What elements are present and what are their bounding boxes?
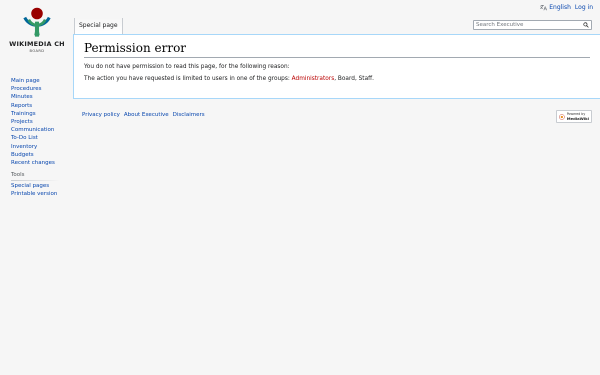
footer-privacy-policy[interactable]: Privacy policy xyxy=(82,112,120,118)
content-area: Permission error You do not have permiss… xyxy=(73,34,600,99)
footer-about[interactable]: About Executive xyxy=(124,112,169,118)
sidebar-item-to-do-list[interactable]: To-Do List xyxy=(11,135,38,141)
mediawiki-flower-icon xyxy=(559,113,565,120)
search-box xyxy=(473,20,592,30)
sidebar-item-recent-changes[interactable]: Recent changes xyxy=(11,160,55,166)
sidebar-item-printable-version[interactable]: Printable version xyxy=(11,191,57,197)
page-title: Permission error xyxy=(84,41,590,58)
tab-label: Special page xyxy=(79,22,118,29)
groups-suffix: , Board, Staff. xyxy=(334,76,374,82)
language-link[interactable]: English xyxy=(540,4,571,11)
logo-title: WIKIMEDIA CH xyxy=(9,40,65,48)
sidebar-item-special-pages[interactable]: Special pages xyxy=(11,183,49,189)
groups-prefix: The action you have requested is limited… xyxy=(84,76,292,82)
site-logo[interactable]: WIKIMEDIA CH BOARD xyxy=(8,4,66,64)
login-link[interactable]: Log in xyxy=(575,4,593,11)
search-icon[interactable] xyxy=(583,22,589,28)
sidebar-item-communication[interactable]: Communication xyxy=(11,127,54,133)
wikimedia-logo-icon xyxy=(23,7,51,37)
sidebar-item-projects[interactable]: Projects xyxy=(11,119,33,125)
permission-reason: You do not have permission to read this … xyxy=(84,64,290,70)
sidebar-tools: Special pages Printable version xyxy=(11,182,57,198)
search-input[interactable] xyxy=(474,22,583,28)
sidebar-item-inventory[interactable]: Inventory xyxy=(11,144,37,150)
tools-divider xyxy=(11,180,60,181)
powered-line2: MediaWiki xyxy=(566,115,589,121)
powered-text: Powered by MediaWiki xyxy=(566,112,589,121)
sidebar-item-main-page[interactable]: Main page xyxy=(11,78,40,84)
sidebar-item-trainings[interactable]: Trainings xyxy=(11,111,36,117)
sidebar-navigation: Main page Procedures Minutes Reports Tra… xyxy=(11,77,55,167)
sidebar-item-minutes[interactable]: Minutes xyxy=(11,94,33,100)
footer-links: Privacy policy About Executive Disclaime… xyxy=(82,112,205,118)
tab-special-page[interactable]: Special page xyxy=(74,18,123,34)
language-label: English xyxy=(549,4,571,11)
tools-heading: Tools xyxy=(11,172,25,178)
sidebar-item-budgets[interactable]: Budgets xyxy=(11,152,34,158)
logo-subtitle: BOARD xyxy=(29,49,45,53)
translate-icon xyxy=(540,5,548,11)
personal-tools: English Log in xyxy=(540,4,593,11)
sidebar-item-procedures[interactable]: Procedures xyxy=(11,86,42,92)
powered-by-mediawiki-badge[interactable]: Powered by MediaWiki xyxy=(556,110,592,123)
sidebar-item-reports[interactable]: Reports xyxy=(11,103,32,109)
footer-disclaimers[interactable]: Disclaimers xyxy=(173,112,205,118)
permission-groups: The action you have requested is limited… xyxy=(84,76,590,82)
administrators-link[interactable]: Administrators xyxy=(292,76,335,82)
